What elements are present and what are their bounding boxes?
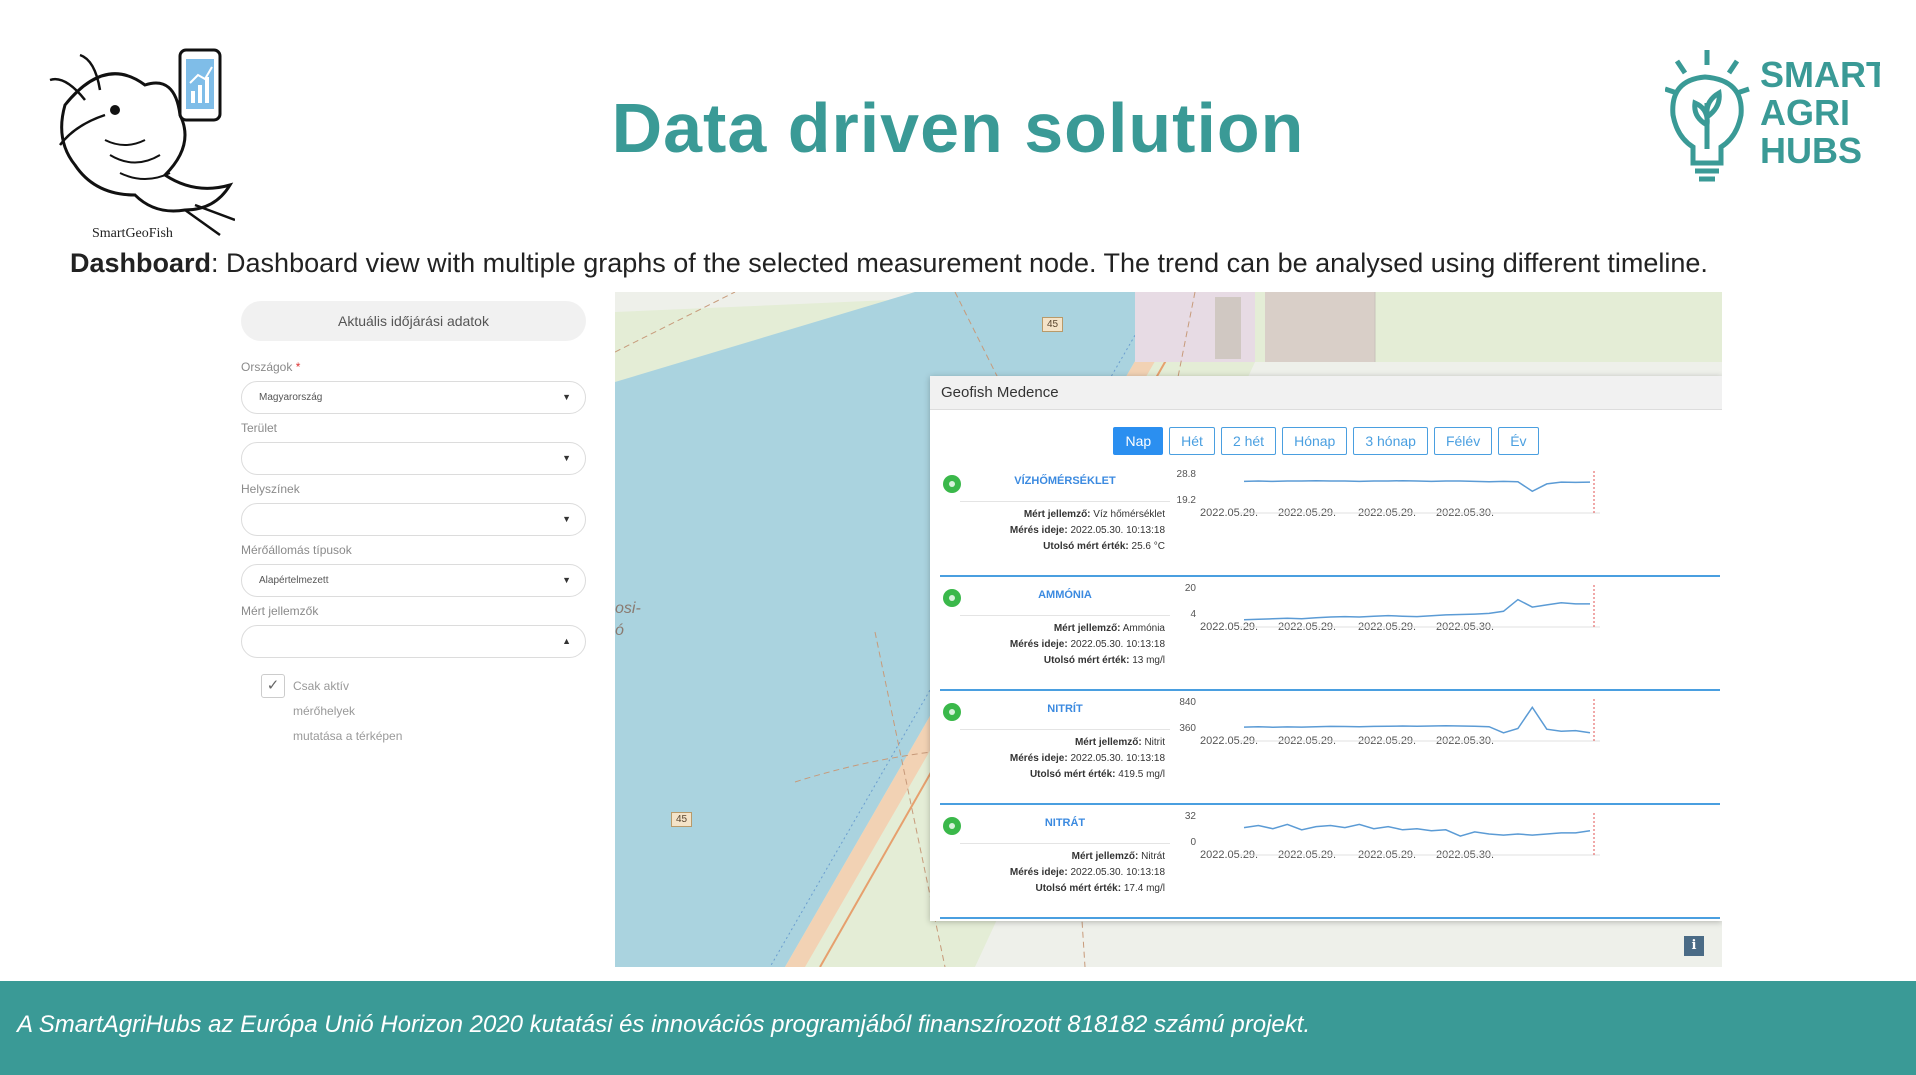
- station-type-label: Mérőállomás típusok: [241, 543, 352, 557]
- weather-data-button[interactable]: Aktuális időjárási adatok: [241, 301, 586, 341]
- tab-week[interactable]: Hét: [1169, 427, 1215, 455]
- metric-last-value: Utolsó mért érték: 13 mg/l: [1043, 655, 1165, 666]
- metric-measured: Mért jellemző: Víz hőmérséklet: [1023, 509, 1165, 520]
- tab-month[interactable]: Hónap: [1282, 427, 1348, 455]
- divider: [960, 501, 1170, 502]
- metric-name[interactable]: AMMÓNIA: [960, 589, 1170, 601]
- chevron-up-icon: ▲: [562, 636, 571, 646]
- subtitle-text: : Dashboard view with multiple graphs of…: [211, 248, 1708, 278]
- subtitle-bold: Dashboard: [70, 248, 212, 278]
- status-dot-icon: [943, 475, 961, 493]
- location-label: Helyszínek: [241, 482, 300, 496]
- station-popup-panel: Geofish Medence Nap Hét 2 hét Hónap 3 hó…: [930, 376, 1722, 921]
- chevron-down-icon: ▼: [562, 453, 571, 463]
- y-axis-min: 360: [1179, 723, 1196, 734]
- y-axis-max: 840: [1179, 697, 1196, 708]
- measured-label: Mért jellemzők: [241, 604, 319, 618]
- status-dot-icon: [943, 589, 961, 607]
- logo-word-hubs: HUBS: [1760, 130, 1862, 171]
- metric-last-value: Utolsó mért érték: 419.5 mg/l: [1029, 769, 1165, 780]
- metric-measured: Mért jellemző: Nitrát: [1071, 851, 1165, 862]
- tab-year[interactable]: Év: [1498, 427, 1539, 455]
- map-place-label: osi-: [615, 600, 641, 617]
- divider: [960, 729, 1170, 730]
- trend-chart[interactable]: [1240, 813, 1600, 863]
- timeline-tabs: Nap Hét 2 hét Hónap 3 hónap Félév Év: [930, 427, 1722, 455]
- panel-title: Geofish Medence: [930, 376, 1722, 410]
- road-number-sign: 45: [671, 812, 693, 827]
- trend-chart[interactable]: [1240, 471, 1600, 521]
- metric-last-value: Utolsó mért érték: 25.6 °C: [1043, 541, 1165, 552]
- active-only-checkbox[interactable]: ✓: [261, 674, 285, 698]
- logo-word-smart: SMART: [1760, 54, 1880, 95]
- dashboard-screenshot: Aktuális időjárási adatok Országok * Mag…: [232, 292, 1722, 967]
- chevron-down-icon: ▼: [562, 575, 571, 585]
- metric-measured: Mért jellemző: Nitrit: [1074, 737, 1165, 748]
- metric-name[interactable]: NITRÍT: [960, 703, 1170, 715]
- area-label: Terület: [241, 421, 278, 435]
- y-axis-max: 32: [1184, 811, 1196, 822]
- smartagrihubs-logo: SMART AGRI HUBS: [1665, 50, 1880, 182]
- series-line: [1243, 479, 1591, 493]
- metric-time: Mérés ideje: 2022.05.30. 10:13:18: [1009, 639, 1165, 650]
- info-icon[interactable]: i: [1684, 936, 1704, 956]
- tab-half-year[interactable]: Félév: [1433, 427, 1493, 455]
- status-dot-icon: [943, 703, 961, 721]
- metric-time: Mérés ideje: 2022.05.30. 10:13:18: [1009, 753, 1165, 764]
- series-line: [1243, 705, 1591, 734]
- trend-chart[interactable]: [1240, 699, 1600, 749]
- tab-day[interactable]: Nap: [1113, 427, 1164, 455]
- series-line: [1243, 598, 1590, 621]
- chevron-down-icon: ▼: [562, 392, 571, 402]
- slide-title: Data driven solution: [611, 89, 1305, 167]
- metric-measured: Mért jellemző: Ammónia: [1053, 623, 1165, 634]
- series-line: [1243, 823, 1591, 837]
- metric-time: Mérés ideje: 2022.05.30. 10:13:18: [1009, 525, 1165, 536]
- y-axis-max: 20: [1184, 583, 1196, 594]
- station-type-select[interactable]: Alapértelmezett ▼: [241, 564, 586, 597]
- status-dot-icon: [943, 817, 961, 835]
- y-axis-min: 0: [1190, 837, 1196, 848]
- y-axis-min: 4: [1190, 609, 1196, 620]
- tab-three-months[interactable]: 3 hónap: [1353, 427, 1428, 455]
- metric-name[interactable]: NITRÁT: [960, 817, 1170, 829]
- metric-row: AMMÓNIA Mért jellemző: Ammónia Mérés ideje…: [940, 579, 1720, 691]
- map-place-label: ó: [615, 622, 624, 639]
- y-axis-max: 28.8: [1176, 469, 1196, 480]
- metric-row: NITRÍT Mért jellemző: Nitrit Mérés ideje: …: [940, 693, 1720, 805]
- metric-row: NITRÁT Mért jellemző: Nitrát Mérés ideje: …: [940, 807, 1720, 919]
- measured-select[interactable]: ▲: [241, 625, 586, 658]
- logo-word-agri: AGRI: [1760, 92, 1850, 133]
- area-select[interactable]: ▼: [241, 442, 586, 475]
- chevron-down-icon: ▼: [562, 514, 571, 524]
- metric-row: VÍZHŐMÉRSÉKLET Mért jellemző: Víz hőmérsé…: [940, 465, 1720, 577]
- filter-sidebar: Aktuális időjárási adatok Országok * Mag…: [232, 292, 615, 967]
- footer-bar: A SmartAgriHubs az Európa Unió Horizon 2…: [0, 981, 1916, 1075]
- divider: [960, 615, 1170, 616]
- logo-caption: SmartGeoFish: [92, 226, 173, 241]
- country-select[interactable]: Magyarország ▼: [241, 381, 586, 414]
- active-only-label: Csak aktív mérőhelyek mutatása a térképe…: [293, 679, 403, 743]
- trend-chart[interactable]: [1240, 585, 1600, 635]
- metric-last-value: Utolsó mért érték: 17.4 mg/l: [1035, 883, 1166, 894]
- slide-subtitle: Dashboard: Dashboard view with multiple …: [70, 248, 1708, 279]
- country-label: Országok *: [241, 360, 301, 374]
- tab-two-weeks[interactable]: 2 hét: [1220, 427, 1277, 455]
- road-number-sign: 45: [1042, 317, 1064, 332]
- divider: [960, 843, 1170, 844]
- footer-text: A SmartAgriHubs az Európa Unió Horizon 2…: [17, 1011, 1311, 1038]
- checkmark-icon: ✓: [266, 677, 280, 694]
- metric-time: Mérés ideje: 2022.05.30. 10:13:18: [1009, 867, 1165, 878]
- location-select[interactable]: ▼: [241, 503, 586, 536]
- y-axis-min: 19.2: [1176, 495, 1196, 506]
- metric-name[interactable]: VÍZHŐMÉRSÉKLET: [960, 475, 1170, 487]
